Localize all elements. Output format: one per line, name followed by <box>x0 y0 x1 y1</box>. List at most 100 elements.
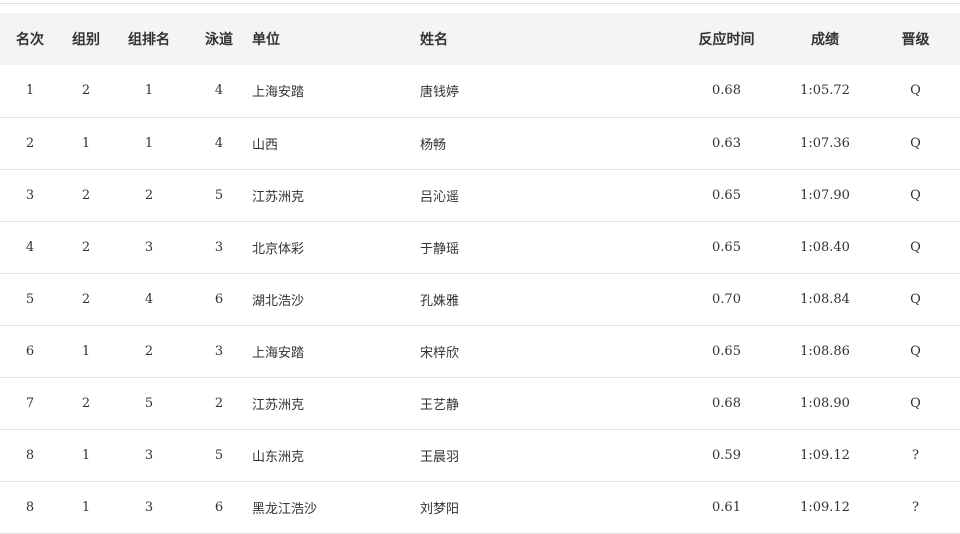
cell-unit: 上海安踏 <box>252 345 305 361</box>
table-row: 5 2 4 6 湖北浩沙 孔姝雅 0.70 1:08.84 Q <box>0 273 960 325</box>
cell-lane: 5 <box>214 187 224 203</box>
cell-group: 2 <box>81 291 91 307</box>
cell-group: 2 <box>81 239 91 255</box>
cell-qualify: Q <box>910 239 921 255</box>
cell-qualify: Q <box>910 187 921 203</box>
cell-unit: 山东洲克 <box>252 449 305 465</box>
cell-result: 1:08.84 <box>800 291 850 307</box>
cell-result: 1:07.36 <box>800 135 850 151</box>
cell-unit: 黑龙江浩沙 <box>252 501 318 517</box>
cell-name: 刘梦阳 <box>420 501 460 517</box>
table-row: 8 1 3 5 山东洲克 王晨羽 0.59 1:09.12 ? <box>0 429 960 481</box>
cell-lane: 2 <box>214 395 224 411</box>
cell-result: 1:08.40 <box>800 239 850 255</box>
cell-qualify: Q <box>910 135 921 151</box>
cell-reaction: 0.68 <box>712 83 741 99</box>
cell-group-rank: 3 <box>144 499 154 515</box>
cell-unit: 湖北浩沙 <box>252 293 305 309</box>
cell-unit: 江苏洲克 <box>252 397 305 413</box>
cell-unit: 上海安踏 <box>252 85 305 101</box>
table-row: 1 2 1 4 上海安踏 唐钱婷 0.68 1:05.72 Q <box>0 65 960 117</box>
cell-lane: 5 <box>214 447 224 463</box>
cell-rank: 5 <box>25 291 35 307</box>
header-name[interactable]: 姓名 <box>420 13 674 65</box>
header-reaction[interactable]: 反应时间 <box>674 13 779 65</box>
cell-rank: 4 <box>25 239 35 255</box>
cell-qualify: Q <box>910 291 921 307</box>
cell-reaction: 0.70 <box>712 291 741 307</box>
cell-result: 1:08.86 <box>800 343 850 359</box>
cell-lane: 3 <box>214 343 224 359</box>
cell-reaction: 0.65 <box>712 343 741 359</box>
cell-reaction: 0.59 <box>712 447 741 463</box>
header-group[interactable]: 组别 <box>60 13 112 65</box>
cell-group: 2 <box>81 395 91 411</box>
top-divider <box>0 3 960 4</box>
cell-result: 1:08.90 <box>800 395 850 411</box>
cell-qualify: Q <box>910 83 921 99</box>
cell-rank: 8 <box>25 499 35 515</box>
cell-group-rank: 3 <box>144 239 154 255</box>
cell-group-rank: 2 <box>144 343 154 359</box>
cell-reaction: 0.61 <box>712 499 741 515</box>
header-qualify[interactable]: 晋级 <box>871 13 960 65</box>
cell-name: 孔姝雅 <box>420 293 460 309</box>
cell-group-rank: 5 <box>144 395 154 411</box>
cell-reaction: 0.68 <box>712 395 741 411</box>
cell-group: 1 <box>81 499 91 515</box>
cell-name: 王艺静 <box>420 397 460 413</box>
table-row: 8 1 3 6 黑龙江浩沙 刘梦阳 0.61 1:09.12 ? <box>0 481 960 533</box>
cell-qualify: Q <box>910 395 921 411</box>
header-unit[interactable]: 单位 <box>252 13 420 65</box>
cell-name: 唐钱婷 <box>420 85 460 101</box>
header-rank[interactable]: 名次 <box>0 13 60 65</box>
table-row: 4 2 3 3 北京体彩 于静瑶 0.65 1:08.40 Q <box>0 221 960 273</box>
cell-group-rank: 1 <box>144 83 154 99</box>
cell-group: 2 <box>81 83 91 99</box>
cell-qualify: ? <box>912 499 919 515</box>
cell-lane: 6 <box>214 499 224 515</box>
cell-rank: 7 <box>25 395 35 411</box>
cell-group: 1 <box>81 447 91 463</box>
cell-reaction: 0.63 <box>712 135 741 151</box>
table-row: 2 1 1 4 山西 杨畅 0.63 1:07.36 Q <box>0 117 960 169</box>
cell-result: 1:07.90 <box>800 187 850 203</box>
header-result[interactable]: 成绩 <box>779 13 871 65</box>
cell-group-rank: 2 <box>144 187 154 203</box>
cell-group: 2 <box>81 187 91 203</box>
cell-group-rank: 1 <box>144 135 154 151</box>
cell-name: 杨畅 <box>420 137 447 153</box>
results-table: 名次 组别 组排名 泳道 单位 姓名 反应时间 成绩 晋级 1 2 1 4 上海… <box>0 13 960 534</box>
cell-unit: 山西 <box>252 137 279 153</box>
cell-qualify: ? <box>912 447 919 463</box>
cell-rank: 6 <box>25 343 35 359</box>
cell-lane: 4 <box>214 83 224 99</box>
cell-name: 宋梓欣 <box>420 345 460 361</box>
cell-reaction: 0.65 <box>712 239 741 255</box>
cell-group: 1 <box>81 135 91 151</box>
cell-unit: 江苏洲克 <box>252 189 305 205</box>
table-body: 1 2 1 4 上海安踏 唐钱婷 0.68 1:05.72 Q 2 1 1 4 … <box>0 65 960 533</box>
cell-lane: 3 <box>214 239 224 255</box>
cell-result: 1:09.12 <box>800 447 850 463</box>
header-row: 名次 组别 组排名 泳道 单位 姓名 反应时间 成绩 晋级 <box>0 13 960 65</box>
cell-name: 于静瑶 <box>420 241 460 257</box>
table-row: 7 2 5 2 江苏洲克 王艺静 0.68 1:08.90 Q <box>0 377 960 429</box>
header-lane[interactable]: 泳道 <box>186 13 252 65</box>
table-row: 6 1 2 3 上海安踏 宋梓欣 0.65 1:08.86 Q <box>0 325 960 377</box>
cell-result: 1:09.12 <box>800 499 850 515</box>
cell-rank: 1 <box>25 83 35 99</box>
cell-lane: 6 <box>214 291 224 307</box>
cell-lane: 4 <box>214 135 224 151</box>
cell-reaction: 0.65 <box>712 187 741 203</box>
cell-result: 1:05.72 <box>800 83 850 99</box>
table-row: 3 2 2 5 江苏洲克 吕沁遥 0.65 1:07.90 Q <box>0 169 960 221</box>
cell-group-rank: 3 <box>144 447 154 463</box>
cell-unit: 北京体彩 <box>252 241 305 257</box>
cell-group-rank: 4 <box>144 291 154 307</box>
header-group-rank[interactable]: 组排名 <box>112 13 186 65</box>
cell-rank: 2 <box>25 135 35 151</box>
cell-name: 吕沁遥 <box>420 189 460 205</box>
cell-group: 1 <box>81 343 91 359</box>
cell-rank: 3 <box>25 187 35 203</box>
